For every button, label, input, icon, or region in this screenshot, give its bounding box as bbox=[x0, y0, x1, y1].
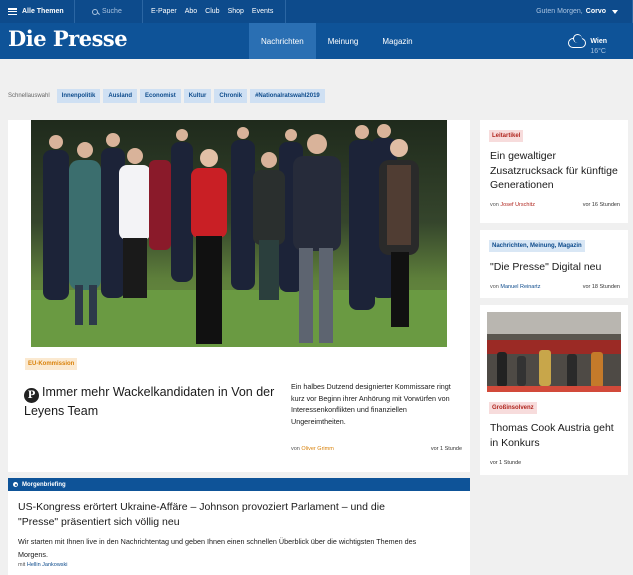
hero-headline-text: Immer mehr Wackelkandidaten in Von der L… bbox=[24, 385, 275, 418]
chip-ausland[interactable]: Ausland bbox=[103, 89, 138, 103]
byline-prefix: von bbox=[490, 284, 499, 290]
main-header: Die Presse Nachrichten Meinung Magazin W… bbox=[0, 23, 633, 59]
briefing-teaser: Wir starten mit Ihnen live in den Nachri… bbox=[18, 537, 417, 559]
article-author[interactable]: Josef Urschitz bbox=[500, 202, 535, 208]
airport-photo-image bbox=[487, 312, 621, 392]
briefing-byline: mit Hellin Jankowski bbox=[18, 562, 68, 568]
greeting-text: Guten Morgen, bbox=[536, 8, 583, 15]
article-tag[interactable]: Großinsolvenz bbox=[489, 402, 537, 414]
site-logo[interactable]: Die Presse bbox=[8, 26, 128, 51]
article-byline: von Josef Urschitz bbox=[490, 202, 535, 208]
article-tag[interactable]: Nachrichten, Meinung, Magazin bbox=[489, 240, 585, 252]
article-photo[interactable] bbox=[487, 312, 621, 392]
byline-prefix: mit bbox=[18, 562, 26, 568]
live-dot-icon bbox=[13, 482, 18, 487]
nav-magazin[interactable]: Magazin bbox=[370, 23, 424, 59]
weather-city: Wien bbox=[590, 38, 607, 45]
hero-tag[interactable]: EU-Kommission bbox=[25, 358, 78, 370]
user-menu[interactable]: Guten Morgen, Corvo bbox=[286, 0, 633, 23]
byline-prefix: von bbox=[291, 446, 300, 452]
nav-nachrichten[interactable]: Nachrichten bbox=[249, 23, 316, 59]
search-icon bbox=[92, 8, 98, 15]
article-author[interactable]: Manuel Reinartz bbox=[500, 284, 540, 290]
search-button[interactable]: Suche bbox=[75, 0, 143, 23]
briefing-author[interactable]: Hellin Jankowski bbox=[27, 562, 68, 568]
article-headline[interactable]: "Die Presse" Digital neu bbox=[490, 260, 625, 275]
utility-bar: Alle Themen Suche E-Paper Abo Club Shop … bbox=[0, 0, 633, 23]
byline-prefix: von bbox=[490, 202, 499, 208]
hero-headline[interactable]: P Immer mehr Wackelkandidaten in Von der … bbox=[24, 384, 284, 420]
all-topics-label: Alle Themen bbox=[22, 8, 64, 15]
presse-premium-icon: P bbox=[24, 388, 39, 403]
article-time: vor 1 Stunde bbox=[490, 460, 522, 466]
article-time: vor 18 Stunden bbox=[582, 284, 620, 290]
article-time: vor 16 Stunden bbox=[582, 202, 620, 208]
link-events[interactable]: Events bbox=[252, 8, 273, 15]
link-shop[interactable]: Shop bbox=[228, 8, 244, 15]
chip-innenpolitik[interactable]: Innenpolitik bbox=[56, 89, 101, 103]
briefing-headline[interactable]: US-Kongress erörtert Ukraine-Affäre – Jo… bbox=[18, 500, 418, 529]
sidebar-article-thomas-cook[interactable]: Großinsolvenz Thomas Cook Austria geht i… bbox=[480, 305, 628, 475]
hero-photo[interactable] bbox=[31, 120, 447, 347]
user-name: Corvo bbox=[585, 8, 606, 15]
group-photo-image bbox=[31, 120, 447, 347]
service-links: E-Paper Abo Club Shop Events bbox=[143, 0, 286, 23]
hero-time: vor 1 Stunde bbox=[430, 446, 462, 452]
morning-briefing[interactable]: Morgenbriefing US-Kongress erörtert Ukra… bbox=[8, 478, 470, 575]
sidebar-article-digital[interactable]: Nachrichten, Meinung, Magazin "Die Press… bbox=[480, 230, 628, 298]
hero-teaser: Ein halbes Dutzend designierter Kommissa… bbox=[291, 382, 451, 426]
chip-nationalratswahl[interactable]: #Nationalratswahl2019 bbox=[250, 89, 325, 103]
chip-kultur[interactable]: Kultur bbox=[183, 89, 212, 103]
chip-economist[interactable]: Economist bbox=[140, 89, 181, 103]
link-epaper[interactable]: E-Paper bbox=[151, 8, 177, 15]
cloud-icon bbox=[568, 33, 587, 48]
hero-author[interactable]: Oliver Grimm bbox=[301, 446, 333, 452]
article-byline: von Manuel Reinartz bbox=[490, 284, 540, 290]
weather-widget[interactable]: Wien 16°C bbox=[568, 30, 607, 55]
article-headline[interactable]: Ein gewaltiger Zusatzrucksack für künfti… bbox=[490, 149, 625, 193]
main-nav: Nachrichten Meinung Magazin bbox=[249, 23, 425, 59]
briefing-header: Morgenbriefing bbox=[8, 478, 470, 491]
sidebar-article-leitartikel[interactable]: Leitartikel Ein gewaltiger Zusatzrucksac… bbox=[480, 120, 628, 223]
weather-text: Wien 16°C bbox=[590, 30, 607, 55]
quick-selection: Schnellauswahl Innenpolitik Ausland Econ… bbox=[8, 89, 325, 103]
hamburger-icon bbox=[8, 8, 17, 15]
article-tag[interactable]: Leitartikel bbox=[489, 130, 524, 142]
all-topics-menu-button[interactable]: Alle Themen bbox=[0, 0, 75, 23]
link-club[interactable]: Club bbox=[205, 8, 219, 15]
chip-chronik[interactable]: Chronik bbox=[214, 89, 248, 103]
chevron-down-icon bbox=[612, 9, 618, 14]
quick-selection-label: Schnellauswahl bbox=[8, 93, 50, 99]
article-headline[interactable]: Thomas Cook Austria geht in Konkurs bbox=[490, 421, 620, 450]
hero-byline: von Oliver Grimm bbox=[291, 446, 334, 452]
weather-temp: 16°C bbox=[590, 48, 606, 55]
briefing-label: Morgenbriefing bbox=[22, 481, 66, 488]
nav-meinung[interactable]: Meinung bbox=[316, 23, 371, 59]
hero-article[interactable]: EU-Kommission P Immer mehr Wackelkandidat… bbox=[8, 120, 470, 472]
search-label: Suche bbox=[102, 8, 122, 15]
link-abo[interactable]: Abo bbox=[185, 8, 197, 15]
